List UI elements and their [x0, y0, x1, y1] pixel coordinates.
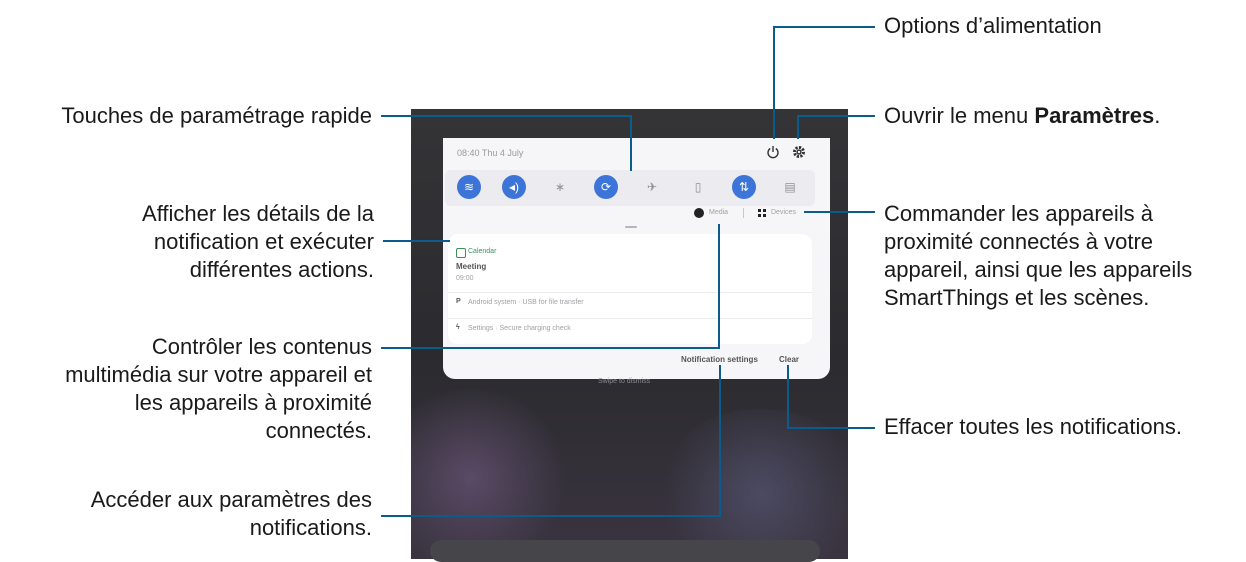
status-time: 08:40 Thu 4 July	[457, 148, 524, 158]
media-button-label[interactable]: Media	[709, 209, 728, 216]
sound-icon[interactable]: ◂)	[502, 175, 526, 199]
airplane-icon[interactable]: ✈	[640, 175, 664, 199]
callout-line	[718, 224, 720, 349]
callout-line	[381, 515, 721, 517]
settings-notification[interactable]: Settings · Secure charging check	[468, 325, 571, 332]
auto-rotate-icon[interactable]: ⟳	[594, 175, 618, 199]
quick-settings-row: ≋ ◂) ∗ ⟳ ✈ ▯ ⇅ ▤	[445, 170, 815, 206]
gear-icon[interactable]	[792, 145, 806, 159]
callout-media: Contrôler les contenus multimédia sur vo…	[65, 334, 372, 443]
callout-line	[773, 26, 775, 139]
callout-open-settings: Ouvrir le menu Paramètres.	[884, 103, 1161, 128]
callout-line	[381, 115, 632, 117]
callout-line	[797, 115, 799, 139]
phone-icon[interactable]: ▤	[778, 175, 802, 199]
event-time: 09:00	[456, 275, 474, 282]
callout-line	[773, 26, 875, 28]
callout-line	[381, 347, 720, 349]
mobile-data-icon[interactable]: ⇅	[732, 175, 756, 199]
callout-line	[804, 211, 875, 213]
android-system-notification[interactable]: Android system · USB for file transfer	[468, 299, 584, 306]
callout-notification-settings: Accéder aux paramètres des notifications…	[90, 487, 372, 540]
callout-line	[719, 365, 721, 517]
calendar-app-name: Calendar	[468, 248, 497, 255]
wallpaper-shape	[411, 389, 571, 559]
callout-clear-all: Effacer toutes les notifications.	[884, 414, 1182, 439]
play-icon[interactable]	[694, 208, 704, 218]
notification-settings-button[interactable]: Notification settings	[681, 355, 758, 364]
charging-icon: ϟ	[456, 324, 460, 331]
wallpaper-shape	[651, 409, 848, 559]
callout-notification-details: Afficher les détails de la notification …	[142, 201, 374, 282]
power-saving-icon[interactable]: ▯	[686, 175, 710, 199]
power-icon[interactable]	[766, 145, 780, 159]
bluetooth-icon[interactable]: ∗	[548, 175, 572, 199]
callout-devices: Commander les appareils à proximité conn…	[884, 201, 1193, 310]
grid-icon[interactable]	[758, 209, 766, 217]
event-title: Meeting	[456, 262, 487, 271]
android-system-icon: P	[456, 298, 461, 305]
wifi-icon[interactable]: ≋	[457, 175, 481, 199]
callout-line	[787, 427, 875, 429]
calendar-icon	[456, 248, 466, 258]
callout-line	[797, 115, 875, 117]
callout-line	[383, 240, 450, 242]
callout-quick-settings: Touches de paramétrage rapide	[61, 103, 372, 128]
notification-card[interactable]: Calendar Meeting 09:00 P Android system …	[448, 234, 812, 344]
clear-button[interactable]: Clear	[779, 355, 799, 364]
callout-line	[630, 115, 632, 171]
callout-power-options: Options d’alimentation	[884, 13, 1102, 38]
callout-line	[787, 365, 789, 429]
swipe-hint: Swipe to dismiss	[598, 378, 651, 385]
devices-button-label[interactable]: Devices	[771, 209, 796, 216]
